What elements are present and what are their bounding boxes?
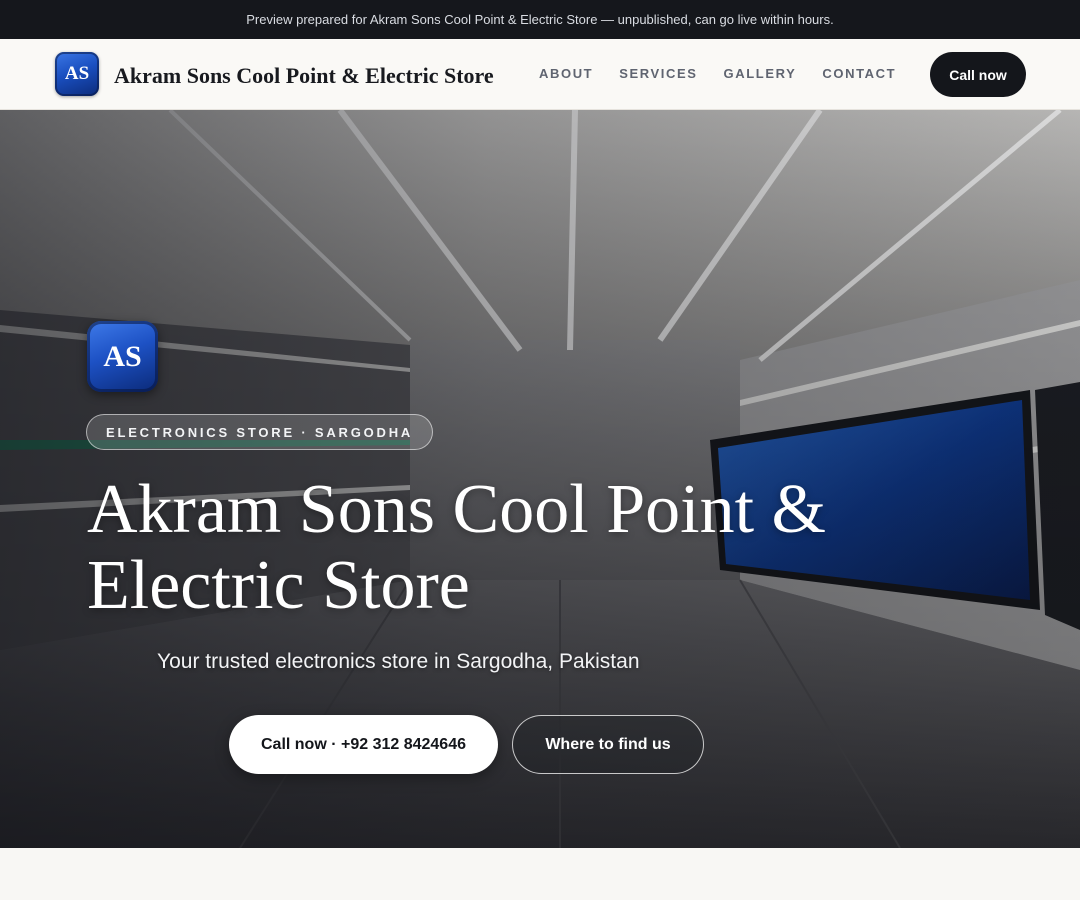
brand-name[interactable]: Akram Sons Cool Point & Electric Store xyxy=(114,63,494,89)
preview-banner: Preview prepared for Akram Sons Cool Poi… xyxy=(0,0,1080,39)
hero-category-pill: ELECTRONICS STORE · SARGODHA xyxy=(86,414,434,450)
hero-title: Akram Sons Cool Point & Electric Store xyxy=(87,471,826,624)
nav-gallery[interactable]: GALLERY xyxy=(724,66,797,81)
hero-subtitle: Your trusted electronics store in Sargod… xyxy=(157,650,640,673)
main-nav: ABOUT SERVICES GALLERY CONTACT xyxy=(539,66,922,81)
nav-contact[interactable]: CONTACT xyxy=(822,66,896,81)
header-call-now-button[interactable]: Call now xyxy=(930,52,1026,97)
hero-section: AS ELECTRONICS STORE · SARGODHA Akram So… xyxy=(0,110,1080,848)
nav-services[interactable]: SERVICES xyxy=(619,66,697,81)
hero-logo-badge: AS xyxy=(87,321,158,392)
preview-banner-text: Preview prepared for Akram Sons Cool Poi… xyxy=(246,12,834,27)
site-header: AS Akram Sons Cool Point & Electric Stor… xyxy=(0,39,1080,110)
nav-about[interactable]: ABOUT xyxy=(539,66,593,81)
next-section xyxy=(0,848,1080,900)
where-to-find-us-button[interactable]: Where to find us xyxy=(512,715,704,774)
hero-call-now-button[interactable]: Call now · +92 312 8424646 xyxy=(229,715,498,774)
logo-badge[interactable]: AS xyxy=(55,52,99,96)
